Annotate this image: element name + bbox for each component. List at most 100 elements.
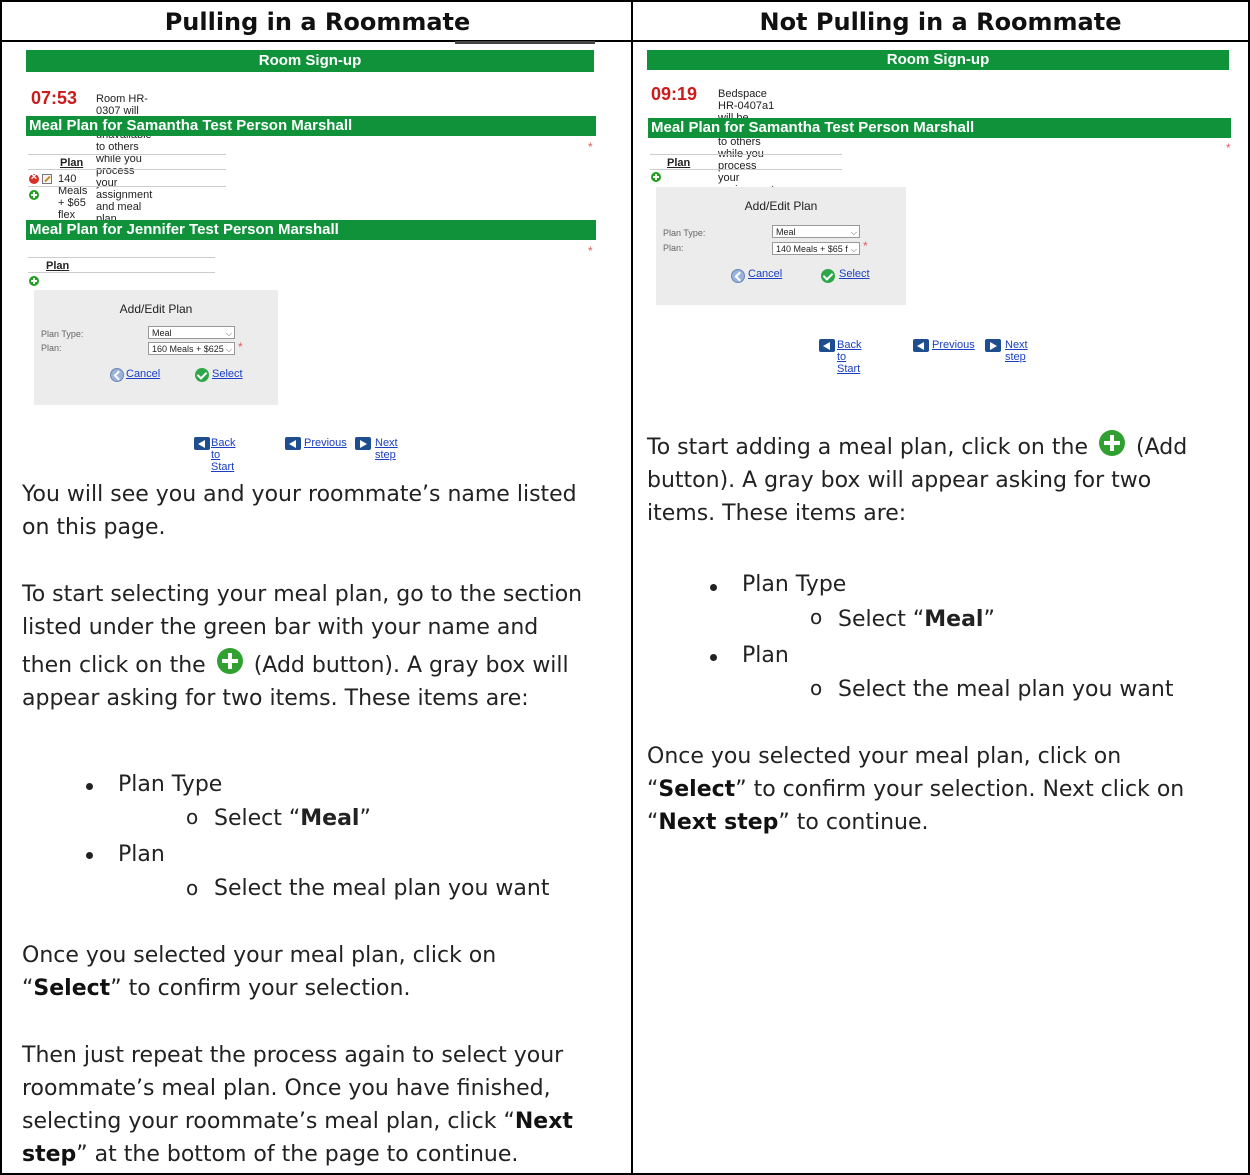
divider [28, 186, 226, 187]
text-line: then click on the (Add button). A gray b… [22, 648, 582, 682]
countdown-timer: 07:53 [31, 88, 78, 108]
sub-bullet-marker: o [810, 676, 823, 700]
sub-bullet-select-meal: Select “Meal” [214, 802, 371, 835]
left-paragraph-4: Then just repeat the process again to se… [22, 1039, 573, 1171]
plan-select[interactable]: 140 Meals + $65 f ⌵ [772, 242, 860, 255]
text-line: Once you selected your meal plan, click … [22, 943, 497, 968]
room-signup-bar: Room Sign-up [647, 50, 1229, 70]
select-link[interactable]: Select [212, 368, 243, 380]
plan-type-select[interactable]: Meal ⌵ [148, 326, 235, 339]
divider [28, 272, 215, 273]
edit-icon[interactable] [42, 174, 52, 184]
next-step-link[interactable]: Next step [1005, 339, 1028, 363]
bullet-dot [86, 852, 93, 859]
text-fragment: ” to confirm your selection. [110, 976, 411, 1001]
required-marker: * [588, 244, 593, 258]
meal-plan-section-samantha: Meal Plan for Samantha Test Person Marsh… [648, 118, 1231, 138]
sub-bullet-select-meal: Select “Meal” [838, 603, 995, 636]
left-paragraph-1: You will see you and your roommate’s nam… [22, 478, 577, 544]
select-check-icon[interactable] [821, 269, 835, 283]
next-step-link[interactable]: Next step [375, 437, 398, 461]
text-fragment: ” [983, 607, 995, 632]
delete-icon[interactable] [29, 171, 39, 184]
next-step-icon[interactable] [985, 339, 1001, 352]
plan-label: Plan: [663, 243, 684, 253]
text-line: “Select” to confirm your selection. Next… [647, 773, 1184, 806]
left-paragraph-3: Once you selected your meal plan, click … [22, 939, 496, 1005]
next-step-icon[interactable] [355, 437, 371, 450]
add-edit-plan-title: Add/Edit Plan [119, 302, 193, 316]
right-column-title: Not Pulling in a Roommate [633, 2, 1248, 42]
text-line: listed under the green bar with your nam… [22, 615, 539, 640]
plan-row: 140 Meals + $65 flex [58, 173, 88, 221]
required-marker: * [863, 239, 868, 253]
previous-icon[interactable] [913, 339, 929, 352]
text-line: selecting your roommate’s meal plan, cli… [22, 1105, 573, 1138]
cancel-link[interactable]: Cancel [126, 368, 160, 380]
text-line: on this page. [22, 515, 166, 540]
left-paragraph-2: To start selecting your meal plan, go to… [22, 578, 582, 715]
sub-bullet-select-plan: Select the meal plan you want [838, 677, 1174, 702]
plan-select[interactable]: 160 Meals + $625 ⌵ [148, 342, 235, 355]
text-line: To start adding a meal plan, click on th… [647, 430, 1187, 464]
text-fragment: “ [22, 976, 34, 1001]
divider [650, 169, 842, 170]
back-to-start-link[interactable]: Back to Start [211, 437, 235, 473]
sub-bullet-select-plan: Select the meal plan you want [214, 876, 550, 901]
document: Pulling in a Roommate Not Pulling in a R… [0, 0, 1250, 1175]
plan-type-select[interactable]: Meal ⌵ [772, 225, 860, 238]
text-fragment: (Add button). A gray box will [253, 653, 569, 678]
add-edit-plan-box: Add/Edit Plan Plan Type: Meal ⌵ Plan: 160… [34, 290, 278, 405]
plan-type-label: Plan Type: [663, 228, 706, 238]
add-button-icon [1098, 430, 1125, 456]
select-link[interactable]: Select [839, 268, 870, 280]
text-fragment: ” to continue. [778, 810, 929, 835]
text-fragment: step [22, 1142, 77, 1167]
required-marker: * [1226, 141, 1231, 155]
add-edit-plan-title: Add/Edit Plan [744, 199, 818, 213]
text-fragment: ” at the bottom of the page to continue. [76, 1142, 519, 1167]
countdown-timer: 09:19 [651, 84, 698, 104]
select-check-icon[interactable] [195, 368, 209, 382]
room-signup-bar: Room Sign-up [26, 50, 594, 72]
sub-bullet-marker: o [186, 805, 199, 829]
previous-icon[interactable] [285, 437, 301, 450]
text-fragment: Next [514, 1109, 573, 1134]
right-paragraph-1: To start adding a meal plan, click on th… [647, 430, 1187, 530]
bullet-plan-type: Plan Type [118, 772, 223, 797]
divider [28, 257, 215, 258]
text-fragment: (Add [1135, 435, 1188, 460]
text-fragment: Select “ [214, 806, 301, 831]
text-line: button). A gray box will appear asking f… [647, 468, 1152, 493]
bullet-plan: Plan [118, 842, 165, 867]
add-edit-plan-box: Add/Edit Plan Plan Type: Meal ⌵ Plan: 140… [656, 187, 906, 305]
bullet-dot [710, 584, 717, 591]
text-line: To start selecting your meal plan, go to… [22, 582, 583, 607]
text-fragment: Select [33, 976, 111, 1001]
text-fragment: Select “ [838, 607, 925, 632]
back-to-start-link[interactable]: Back to Start [837, 339, 861, 375]
add-plan-icon[interactable] [29, 190, 39, 200]
add-plan-icon[interactable] [29, 276, 39, 286]
hold-notice: Room HR-0307 will be unavailable to othe… [96, 93, 153, 225]
text-line: “Select” to confirm your selection. [22, 972, 496, 1005]
bullet-dot [710, 654, 717, 661]
cancel-link[interactable]: Cancel [748, 268, 782, 280]
text-fragment: Meal [300, 806, 360, 831]
left-column-title: Pulling in a Roommate [2, 2, 633, 42]
add-button-icon [216, 648, 243, 674]
text-line: appear asking for two items. These items… [22, 686, 529, 711]
cropped-header-edge [455, 41, 595, 44]
add-plan-icon[interactable] [651, 172, 661, 182]
cancel-icon[interactable] [110, 368, 124, 382]
previous-link[interactable]: Previous [304, 437, 347, 449]
text-line: Then just repeat the process again to se… [22, 1043, 564, 1068]
divider [28, 154, 226, 155]
text-line: step” at the bottom of the page to conti… [22, 1138, 573, 1171]
previous-link[interactable]: Previous [932, 339, 975, 351]
back-to-start-icon[interactable] [194, 437, 210, 450]
meal-plan-section-samantha: Meal Plan for Samantha Test Person Marsh… [26, 116, 596, 136]
plan-label: Plan: [41, 343, 62, 353]
cancel-icon[interactable] [731, 269, 745, 283]
back-to-start-icon[interactable] [819, 339, 835, 352]
